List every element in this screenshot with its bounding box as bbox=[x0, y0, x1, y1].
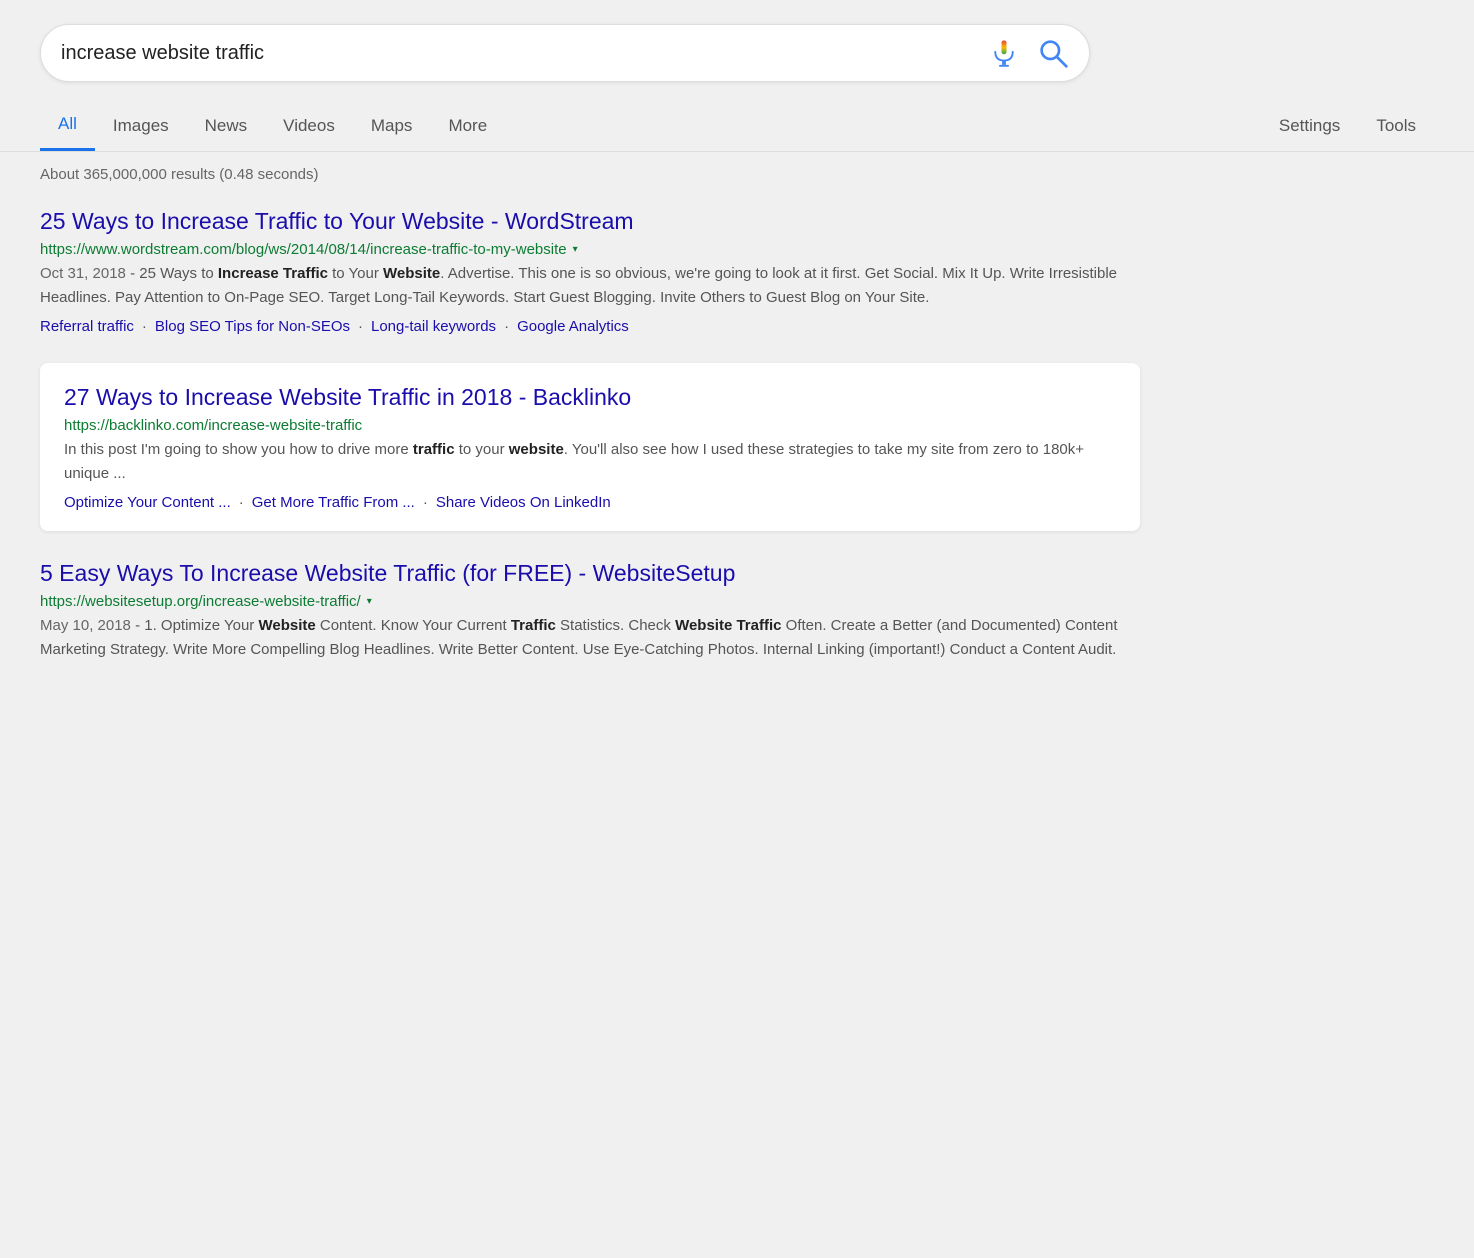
result-link-blogseo[interactable]: Blog SEO Tips for Non-SEOs bbox=[155, 318, 350, 335]
result-link-longtail[interactable]: Long-tail keywords bbox=[371, 318, 496, 335]
result-websitesetup: 5 Easy Ways To Increase Website Traffic … bbox=[40, 559, 1140, 662]
tab-images[interactable]: Images bbox=[95, 102, 187, 150]
nav-right: Settings Tools bbox=[1261, 102, 1434, 150]
result-count: About 365,000,000 results (0.48 seconds) bbox=[0, 152, 1474, 197]
result-title-backlinko[interactable]: 27 Ways to Increase Website Traffic in 2… bbox=[64, 384, 631, 410]
result-backlinko: 27 Ways to Increase Website Traffic in 2… bbox=[40, 363, 1140, 531]
result-link-sharevideos[interactable]: Share Videos On LinkedIn bbox=[436, 494, 611, 511]
result-links-wordstream: Referral traffic · Blog SEO Tips for Non… bbox=[40, 318, 1140, 335]
result-url-wordstream: https://www.wordstream.com/blog/ws/2014/… bbox=[40, 241, 567, 258]
result-url-row-backlinko: https://backlinko.com/increase-website-t… bbox=[64, 417, 1116, 434]
result-wordstream: 25 Ways to Increase Traffic to Your Webs… bbox=[40, 207, 1140, 335]
tab-maps[interactable]: Maps bbox=[353, 102, 431, 150]
result-snippet-websitesetup: May 10, 2018 - 1. Optimize Your Website … bbox=[40, 614, 1140, 662]
nav-tabs: All Images News Videos Maps More Setting… bbox=[0, 100, 1474, 152]
result-link-optimize[interactable]: Optimize Your Content ... bbox=[64, 494, 231, 511]
search-box bbox=[40, 24, 1090, 82]
result-link-getmore[interactable]: Get More Traffic From ... bbox=[252, 494, 415, 511]
tab-more[interactable]: More bbox=[430, 102, 505, 150]
tab-settings[interactable]: Settings bbox=[1261, 102, 1358, 150]
tab-tools[interactable]: Tools bbox=[1358, 102, 1434, 150]
mic-icon[interactable] bbox=[989, 38, 1019, 68]
result-url-backlinko: https://backlinko.com/increase-website-t… bbox=[64, 417, 362, 434]
dropdown-arrow-websitesetup[interactable]: ▾ bbox=[367, 596, 372, 607]
header bbox=[0, 0, 1474, 82]
result-links-backlinko: Optimize Your Content ... · Get More Tra… bbox=[64, 494, 1116, 511]
search-bar-row bbox=[40, 24, 1434, 82]
result-snippet-backlinko: In this post I'm going to show you how t… bbox=[64, 438, 1116, 486]
search-input[interactable] bbox=[61, 42, 989, 65]
result-title-wordstream[interactable]: 25 Ways to Increase Traffic to Your Webs… bbox=[40, 208, 634, 234]
result-url-websitesetup: https://websitesetup.org/increase-websit… bbox=[40, 593, 361, 610]
result-link-analytics[interactable]: Google Analytics bbox=[517, 318, 629, 335]
search-icons bbox=[989, 37, 1069, 69]
result-date-wordstream: Oct 31, 2018 bbox=[40, 265, 126, 282]
dropdown-arrow-wordstream[interactable]: ▾ bbox=[573, 244, 578, 255]
result-link-referral[interactable]: Referral traffic bbox=[40, 318, 134, 335]
result-url-row-wordstream: https://www.wordstream.com/blog/ws/2014/… bbox=[40, 241, 1140, 258]
search-icon[interactable] bbox=[1037, 37, 1069, 69]
tab-news[interactable]: News bbox=[187, 102, 266, 150]
result-snippet-wordstream: Oct 31, 2018 - 25 Ways to Increase Traff… bbox=[40, 262, 1140, 310]
result-url-row-websitesetup: https://websitesetup.org/increase-websit… bbox=[40, 593, 1140, 610]
tab-all[interactable]: All bbox=[40, 100, 95, 151]
result-title-websitesetup[interactable]: 5 Easy Ways To Increase Website Traffic … bbox=[40, 560, 735, 586]
tab-videos[interactable]: Videos bbox=[265, 102, 353, 150]
result-date-websitesetup: May 10, 2018 bbox=[40, 617, 131, 634]
results-area: 25 Ways to Increase Traffic to Your Webs… bbox=[0, 197, 1474, 700]
